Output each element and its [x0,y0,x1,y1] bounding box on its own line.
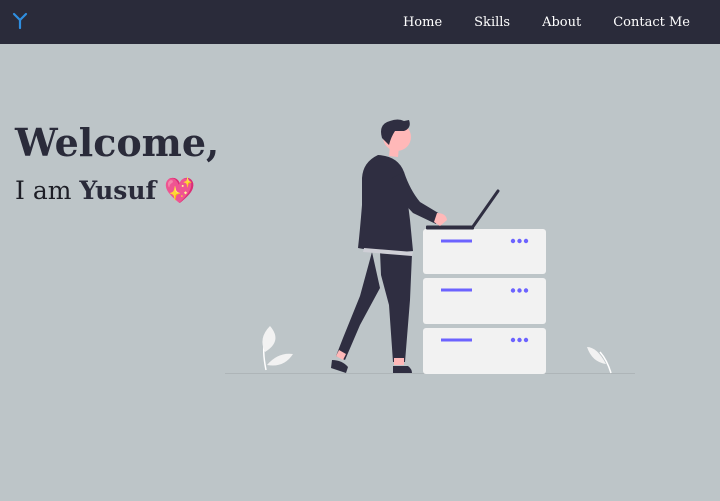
intro-line: I am Yusuf 💖 [15,174,219,208]
nav-link-skills[interactable]: Skills [474,15,510,30]
plant-left [262,326,293,371]
nav-link-home[interactable]: Home [403,15,442,30]
sparkling-heart-icon: 💖 [164,176,196,205]
nav-link-contact[interactable]: Contact Me [613,15,690,30]
intro-prefix: I am [15,176,80,205]
logo-icon[interactable] [12,12,28,30]
navbar: Home Skills About Contact Me [0,0,720,44]
nav-links: Home Skills About Contact Me [403,0,720,44]
welcome-heading: Welcome, [15,120,220,165]
nav-link-about[interactable]: About [542,15,581,30]
plant-right [587,347,612,374]
server-rack [423,229,546,374]
hero-illustration [225,119,635,374]
name-text: Yusuf [79,176,157,205]
hero-text: Welcome, I am Yusuf 💖 [15,118,219,208]
